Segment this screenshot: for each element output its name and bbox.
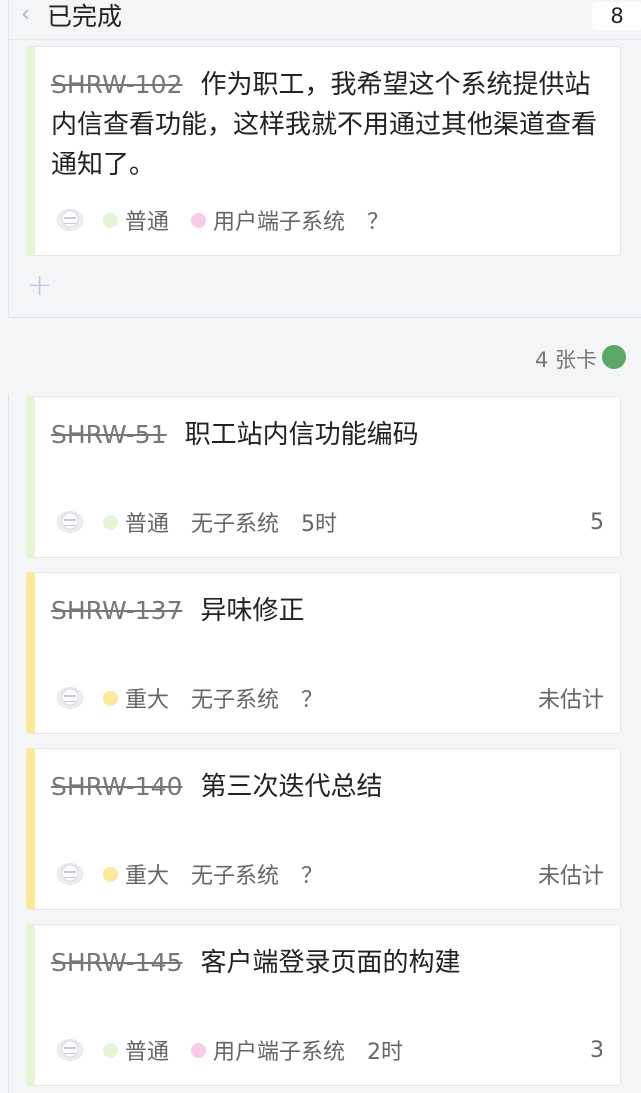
subsystem-dot-icon [191, 212, 207, 228]
priority-dot-icon [103, 690, 118, 706]
card-id[interactable]: SHRW-51 [51, 420, 167, 449]
priority-dot-icon [103, 514, 118, 530]
card-title: 客户端登录页面的构建 [200, 948, 461, 978]
story-points: 3 [590, 1037, 604, 1063]
add-card-row[interactable]: + [9, 262, 641, 318]
card-shrw-145[interactable]: SHRW-145 客户端登录页面的构建 普通 用户端子系统 2时 3 [26, 924, 621, 1086]
priority-tag: 普通 [103, 506, 169, 538]
card-title-line: SHRW-102 作为职工，我希望这个系统提供站内信查看功能，这样我就不用通过其他… [51, 65, 600, 185]
card-meta: 普通 用户端子系统 2时 3 [57, 1035, 604, 1065]
subsystem-tag: 无子系统 [191, 512, 280, 537]
estimate: ？ [301, 688, 324, 713]
subsystem-tag: 用户端子系统 [191, 204, 345, 236]
priority-tag: 普通 [103, 1034, 169, 1066]
card-shrw-102[interactable]: SHRW-102 作为职工，我希望这个系统提供站内信查看功能，这样我就不用通过其他… [26, 46, 621, 256]
avatar-icon[interactable] [57, 1039, 83, 1061]
chevron-left-icon[interactable]: ‹ [21, 4, 35, 26]
estimate: 2时 [367, 1040, 404, 1065]
story-points: 5 [590, 509, 604, 535]
story-points: 未估计 [537, 864, 604, 889]
avatar-icon[interactable] [57, 687, 83, 709]
card-title-line: SHRW-137 异味修正 [51, 591, 600, 631]
card-meta: 普通 无子系统 5时 5 [57, 507, 604, 537]
subsystem-tag: 用户端子系统 [191, 1034, 345, 1066]
card-id[interactable]: SHRW-140 [51, 772, 182, 801]
estimate: ？ [301, 864, 324, 889]
card-title: 异味修正 [200, 596, 305, 626]
card-shrw-51[interactable]: SHRW-51 职工站内信功能编码 普通 无子系统 5时 5 [26, 396, 621, 558]
priority-tag: 重大 [103, 858, 169, 890]
column-header: ‹ 已完成 8 [9, 0, 641, 40]
column-divider [8, 394, 9, 1093]
card-shrw-140[interactable]: SHRW-140 第三次迭代总结 重大 无子系统 ？ 未估计 [26, 748, 621, 910]
card-meta: 重大 无子系统 ？ 未估计 [57, 859, 604, 889]
subsystem-tag: 无子系统 [191, 688, 280, 713]
avatar-icon[interactable] [57, 511, 83, 533]
priority-dot-icon [103, 1042, 118, 1058]
priority-dot-icon [103, 866, 118, 882]
avatar-icon[interactable] [57, 209, 83, 231]
card-title-line: SHRW-51 职工站内信功能编码 [51, 415, 600, 455]
card-shrw-137[interactable]: SHRW-137 异味修正 重大 无子系统 ？ 未估计 [26, 572, 621, 734]
card-id[interactable]: SHRW-102 [51, 70, 182, 99]
story-points: 未估计 [537, 688, 604, 713]
card-meta: 重大 无子系统 ？ 未估计 [57, 683, 604, 713]
cards-count-label: 4 张卡 [534, 348, 597, 372]
priority-dot-icon [103, 212, 118, 228]
card-title: 职工站内信功能编码 [184, 420, 419, 450]
status-dot-icon [602, 345, 626, 369]
card-title-line: SHRW-145 客户端登录页面的构建 [51, 943, 600, 983]
avatar-icon[interactable] [57, 863, 83, 885]
priority-tag: 普通 [103, 204, 169, 236]
column-count-badge: 8 [592, 2, 641, 30]
card-id[interactable]: SHRW-137 [51, 596, 182, 625]
subsystem-dot-icon [191, 1042, 207, 1058]
priority-tag: 重大 [103, 682, 169, 714]
subsystem-tag: 无子系统 [191, 864, 280, 889]
card-meta: 普通 用户端子系统 ？ [57, 205, 604, 235]
plus-icon[interactable]: + [27, 271, 52, 301]
estimate: 5时 [301, 512, 338, 537]
card-id[interactable]: SHRW-145 [51, 948, 182, 977]
column-title: 已完成 [47, 2, 123, 31]
card-title-line: SHRW-140 第三次迭代总结 [51, 767, 600, 807]
card-title: 第三次迭代总结 [200, 772, 383, 802]
estimate: ？ [367, 210, 390, 235]
